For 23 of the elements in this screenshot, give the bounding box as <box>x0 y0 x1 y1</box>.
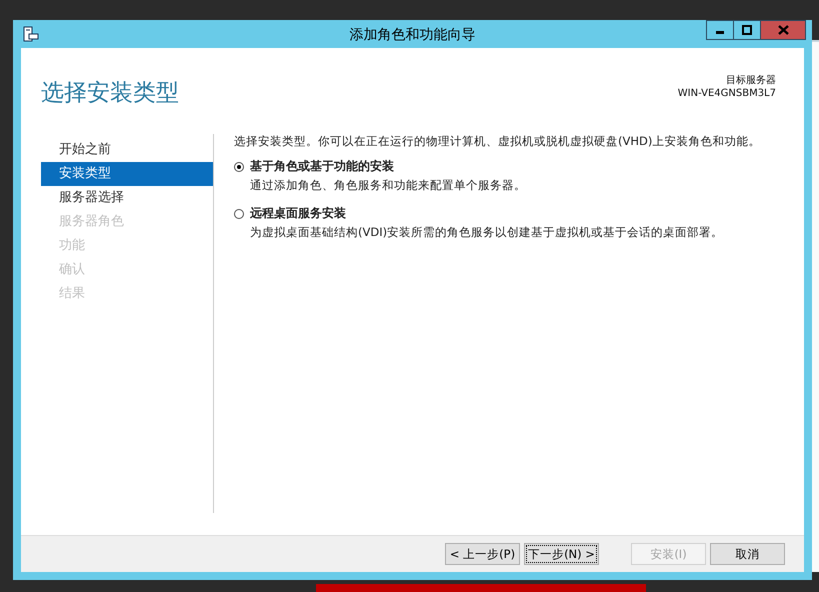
minimize-button[interactable] <box>706 20 734 40</box>
wizard-button[interactable]: 取消 <box>710 543 785 565</box>
page-title: 选择安装类型 <box>41 79 179 108</box>
step-item[interactable]: 安装类型 <box>41 162 213 186</box>
radio-option[interactable]: 基于角色或基于功能的安装 <box>234 158 804 175</box>
maximize-icon <box>742 25 752 35</box>
wizard-button[interactable]: 下一步(N) > <box>524 543 599 565</box>
option-description: 为虚拟桌面基础结构(VDI)安装所需的角色服务以创建基于虚拟机或基于会话的桌面部署。 <box>250 225 724 240</box>
target-server-label: 目标服务器 <box>726 74 776 87</box>
radio-option[interactable]: 远程桌面服务安装 <box>234 205 804 222</box>
intro-text: 选择安装类型。你可以在正在运行的物理计算机、虚拟机或脱机虚拟硬盘(VHD)上安装角色和功能。 <box>234 134 762 149</box>
radio-button[interactable] <box>234 162 244 172</box>
radio-button[interactable] <box>234 208 244 218</box>
maximize-button[interactable] <box>733 20 761 40</box>
step-item[interactable]: 服务器选择 <box>41 186 213 210</box>
server-icon <box>23 26 39 42</box>
target-server-name: WIN-VE4GNSBM3L7 <box>678 87 776 100</box>
close-icon <box>778 25 788 35</box>
wizard-button[interactable]: < 上一步(P) <box>445 543 520 565</box>
step-item[interactable]: 开始之前 <box>41 138 213 162</box>
option-description: 通过添加角色、角色服务和功能来配置单个服务器。 <box>250 178 527 193</box>
window-title: 添加角色和功能向导 <box>348 26 476 44</box>
close-button[interactable] <box>760 20 806 40</box>
